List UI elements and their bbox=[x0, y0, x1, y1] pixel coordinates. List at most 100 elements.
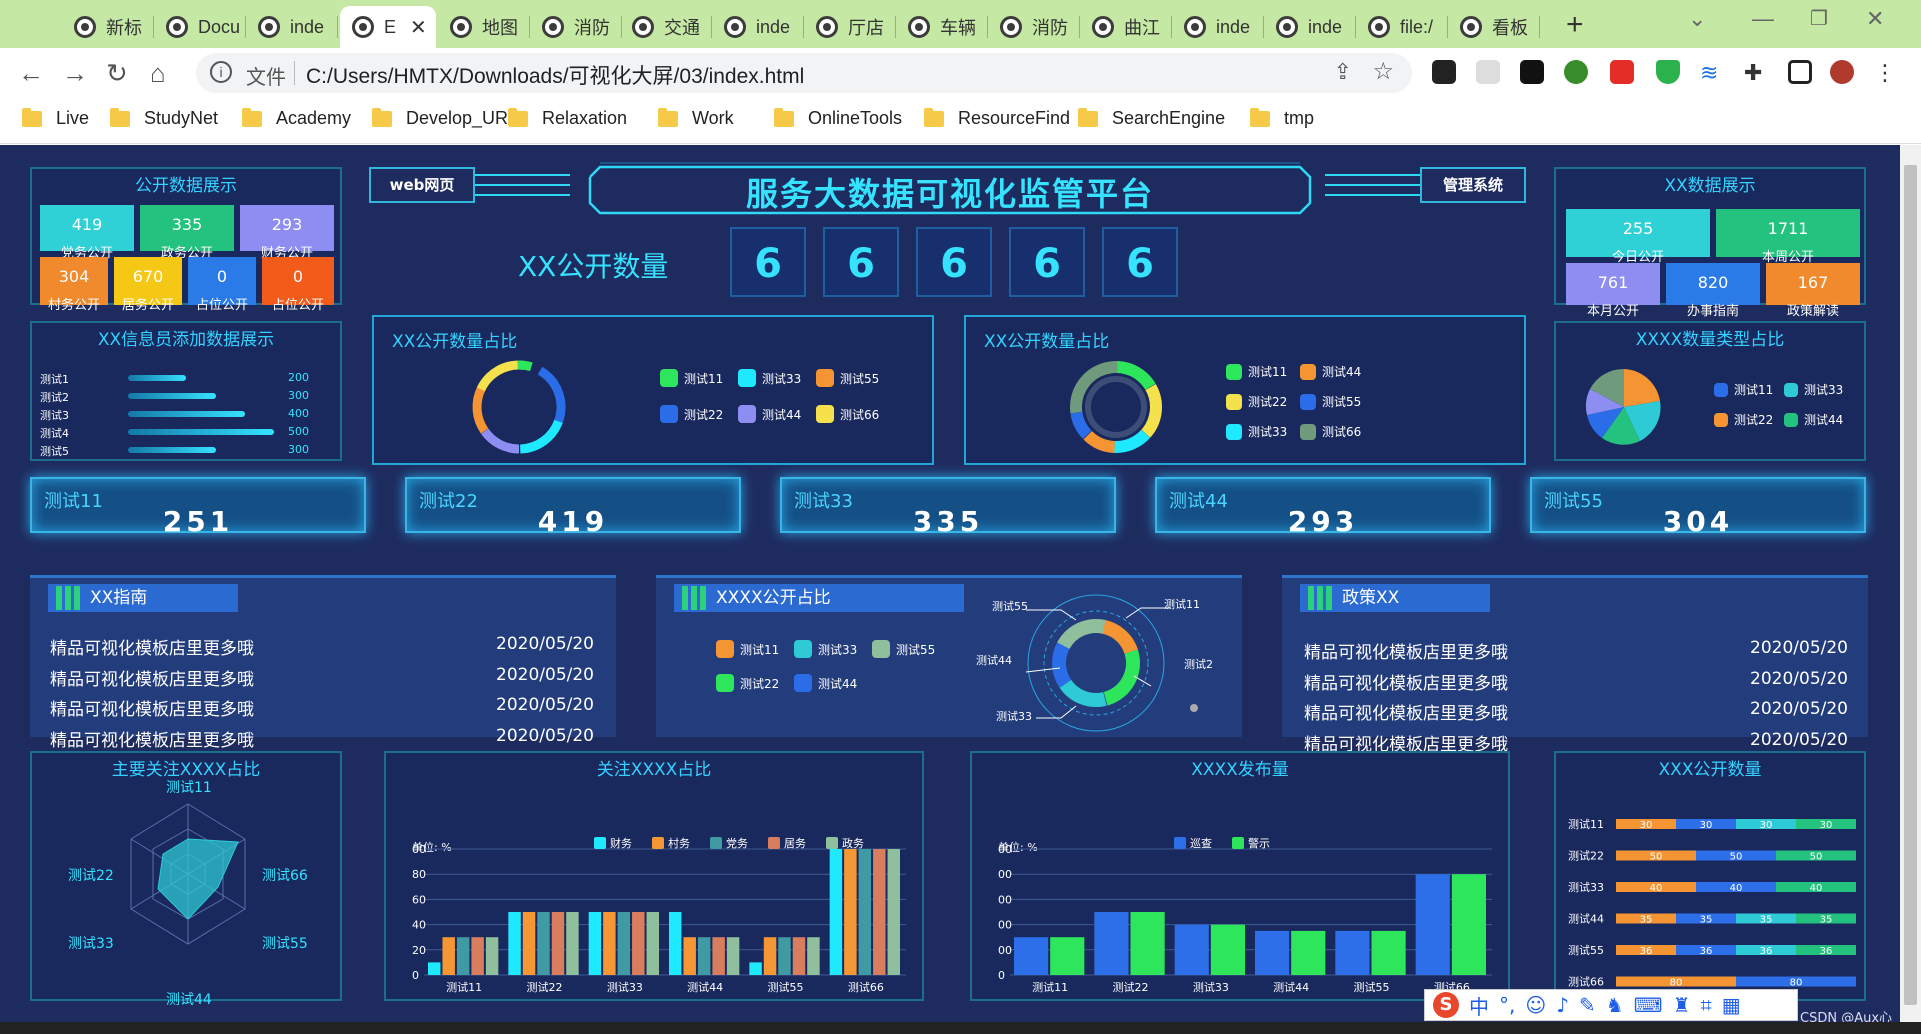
browser-tab[interactable]: Docu bbox=[154, 6, 246, 48]
info-icon[interactable]: i bbox=[210, 61, 232, 83]
info-added-panel: XX信息员添加数据展示 测试1 200 测试2 300 测试3 400 测试4 500 测试5 3… bbox=[30, 321, 342, 461]
stat-value: 419 bbox=[537, 505, 609, 538]
folder-icon bbox=[22, 107, 42, 127]
bookmark-item[interactable]: ResourceFind bbox=[924, 107, 1070, 129]
scrollbar[interactable] bbox=[1900, 145, 1921, 1022]
admin-link-button[interactable]: 管理系统 bbox=[1420, 167, 1526, 203]
grid-icon[interactable]: ▦ bbox=[1722, 993, 1741, 1017]
shirt-icon[interactable]: ♜ bbox=[1673, 993, 1691, 1017]
bookmark-item[interactable]: Work bbox=[658, 107, 734, 129]
address-bar[interactable]: i 文件 C:/Users/HMTX/Downloads/可视化大屏/03/in… bbox=[196, 53, 1412, 93]
news-item[interactable]: 精品可视化模板店里更多哦 2020/05/20 bbox=[1304, 669, 1848, 694]
legend-item: 测试22 bbox=[1226, 393, 1287, 410]
bookmark-item[interactable]: OnlineTools bbox=[774, 107, 902, 129]
punct-icon[interactable]: °, bbox=[1499, 993, 1515, 1017]
stat-box[interactable]: 测试55 304 bbox=[1530, 477, 1866, 538]
stat-tile[interactable]: 167 政策解读 bbox=[1766, 263, 1860, 319]
stat-box[interactable]: 测试44 293 bbox=[1155, 477, 1491, 538]
bookmark-item[interactable]: Live bbox=[22, 107, 89, 129]
stat-tile[interactable]: 820 办事指南 bbox=[1666, 263, 1760, 319]
news-item[interactable]: 精品可视化模板店里更多哦 2020/05/20 bbox=[50, 695, 594, 720]
reload-icon[interactable]: ↻ bbox=[106, 58, 128, 89]
ime-toolbar[interactable]: S 中 °, ☺ ♪ ✎ ♞ ⌨ ♜ ⌗ ▦ bbox=[1424, 989, 1798, 1021]
browser-tab[interactable]: inde bbox=[246, 6, 338, 48]
extension-icon[interactable] bbox=[1476, 60, 1500, 84]
stat-box[interactable]: 测试22 419 bbox=[405, 477, 741, 538]
browser-tab[interactable]: 曲江 bbox=[1080, 6, 1172, 48]
minimize-icon[interactable]: — bbox=[1752, 6, 1774, 32]
browser-tab[interactable]: 消防 bbox=[530, 6, 622, 48]
tab-search-icon[interactable]: ⌄ bbox=[1688, 6, 1706, 32]
crop-icon[interactable]: ⌗ bbox=[1701, 993, 1712, 1017]
browser-tab[interactable]: 厅店 bbox=[804, 6, 896, 48]
web-link-button[interactable]: web网页 bbox=[369, 167, 475, 203]
legend-item: 测试11 bbox=[716, 640, 779, 658]
stat-tile[interactable]: 0 占位公开 bbox=[188, 257, 256, 313]
stat-tile[interactable]: 335 政务公开 bbox=[140, 205, 234, 261]
browser-tab[interactable]: 看板 bbox=[1448, 6, 1540, 48]
extension-icon[interactable] bbox=[1432, 60, 1456, 84]
mic-icon[interactable]: ♪ bbox=[1556, 993, 1569, 1017]
skin-icon[interactable]: ♞ bbox=[1606, 993, 1624, 1017]
share-icon[interactable]: ⇪ bbox=[1334, 59, 1352, 85]
browser-tab[interactable]: E ✕ bbox=[340, 6, 436, 48]
puzzle-icon[interactable]: ✚ bbox=[1744, 60, 1768, 85]
extension-icon[interactable] bbox=[1520, 60, 1544, 84]
url-text[interactable]: C:/Users/HMTX/Downloads/可视化大屏/03/index.h… bbox=[306, 60, 804, 90]
pen-icon[interactable]: ✎ bbox=[1579, 993, 1596, 1017]
stat-box[interactable]: 测试33 335 bbox=[780, 477, 1116, 538]
stat-tile[interactable]: 419 党务公开 bbox=[40, 205, 134, 261]
scrollbar-thumb[interactable] bbox=[1904, 165, 1917, 1005]
extension-icon[interactable] bbox=[1564, 60, 1588, 84]
bookmark-star-icon[interactable]: ☆ bbox=[1372, 57, 1394, 86]
browser-tab[interactable]: inde bbox=[1264, 6, 1356, 48]
shield-icon[interactable] bbox=[1656, 60, 1680, 84]
browser-tab[interactable]: 新标 bbox=[62, 6, 154, 48]
browser-tab[interactable]: 地图 bbox=[438, 6, 530, 48]
bookmark-item[interactable]: StudyNet bbox=[110, 107, 218, 129]
tab-title: 车辆 bbox=[940, 18, 976, 38]
stat-tile[interactable]: 761 本月公开 bbox=[1566, 263, 1660, 319]
menu-icon[interactable]: ⋮ bbox=[1874, 60, 1898, 85]
news-item[interactable]: 精品可视化模板店里更多哦 2020/05/20 bbox=[50, 634, 594, 659]
y-tick: 80 bbox=[412, 868, 426, 881]
sogou-icon[interactable]: S bbox=[1433, 992, 1459, 1018]
extension-icon[interactable] bbox=[1610, 60, 1634, 84]
sidebar-icon[interactable] bbox=[1788, 60, 1812, 84]
bookmark-item[interactable]: Develop_URL bbox=[372, 107, 518, 129]
bookmark-item[interactable]: tmp bbox=[1250, 107, 1314, 129]
stat-tile[interactable]: 1711 本周公开 bbox=[1716, 209, 1860, 265]
close-window-icon[interactable]: ✕ bbox=[1866, 6, 1884, 32]
news-item[interactable]: 精品可视化模板店里更多哦 2020/05/20 bbox=[50, 726, 594, 751]
wifi-icon[interactable]: ≋ bbox=[1700, 60, 1724, 85]
emoji-icon[interactable]: ☺ bbox=[1525, 993, 1546, 1017]
home-icon[interactable]: ⌂ bbox=[150, 58, 166, 89]
stat-tile[interactable]: 293 财务公开 bbox=[240, 205, 334, 261]
keyboard-icon[interactable]: ⌨ bbox=[1634, 993, 1663, 1017]
avatar[interactable] bbox=[1830, 60, 1854, 84]
browser-tab[interactable]: file:/ bbox=[1356, 6, 1448, 48]
news-item[interactable]: 精品可视化模板店里更多哦 2020/05/20 bbox=[1304, 699, 1848, 724]
news-item[interactable]: 精品可视化模板店里更多哦 2020/05/20 bbox=[1304, 638, 1848, 663]
browser-tab[interactable]: inde bbox=[1172, 6, 1264, 48]
close-tab-icon[interactable]: ✕ bbox=[410, 15, 427, 40]
browser-tab[interactable]: inde bbox=[712, 6, 804, 48]
new-tab-button[interactable]: + bbox=[1566, 8, 1584, 42]
browser-tab[interactable]: 交通 bbox=[620, 6, 712, 48]
lang-icon[interactable]: 中 bbox=[1469, 991, 1489, 1020]
browser-tab[interactable]: 消防 bbox=[988, 6, 1080, 48]
stat-tile[interactable]: 255 今日公开 bbox=[1566, 209, 1710, 265]
news-item[interactable]: 精品可视化模板店里更多哦 2020/05/20 bbox=[50, 665, 594, 690]
stat-tile[interactable]: 304 村务公开 bbox=[40, 257, 108, 313]
stat-box[interactable]: 测试11 251 bbox=[30, 477, 366, 538]
bookmark-item[interactable]: Academy bbox=[242, 107, 351, 129]
bookmark-item[interactable]: SearchEngine bbox=[1078, 107, 1225, 129]
bookmark-item[interactable]: Relaxation bbox=[508, 107, 627, 129]
stat-tile[interactable]: 0 占位公开 bbox=[262, 257, 334, 313]
bar bbox=[683, 937, 696, 975]
browser-tab[interactable]: 车辆 bbox=[896, 6, 988, 48]
stat-tile[interactable]: 670 居务公开 bbox=[114, 257, 182, 313]
forward-icon[interactable]: → bbox=[62, 58, 88, 89]
restore-icon[interactable]: ❐ bbox=[1810, 6, 1828, 31]
back-icon[interactable]: ← bbox=[18, 58, 44, 89]
